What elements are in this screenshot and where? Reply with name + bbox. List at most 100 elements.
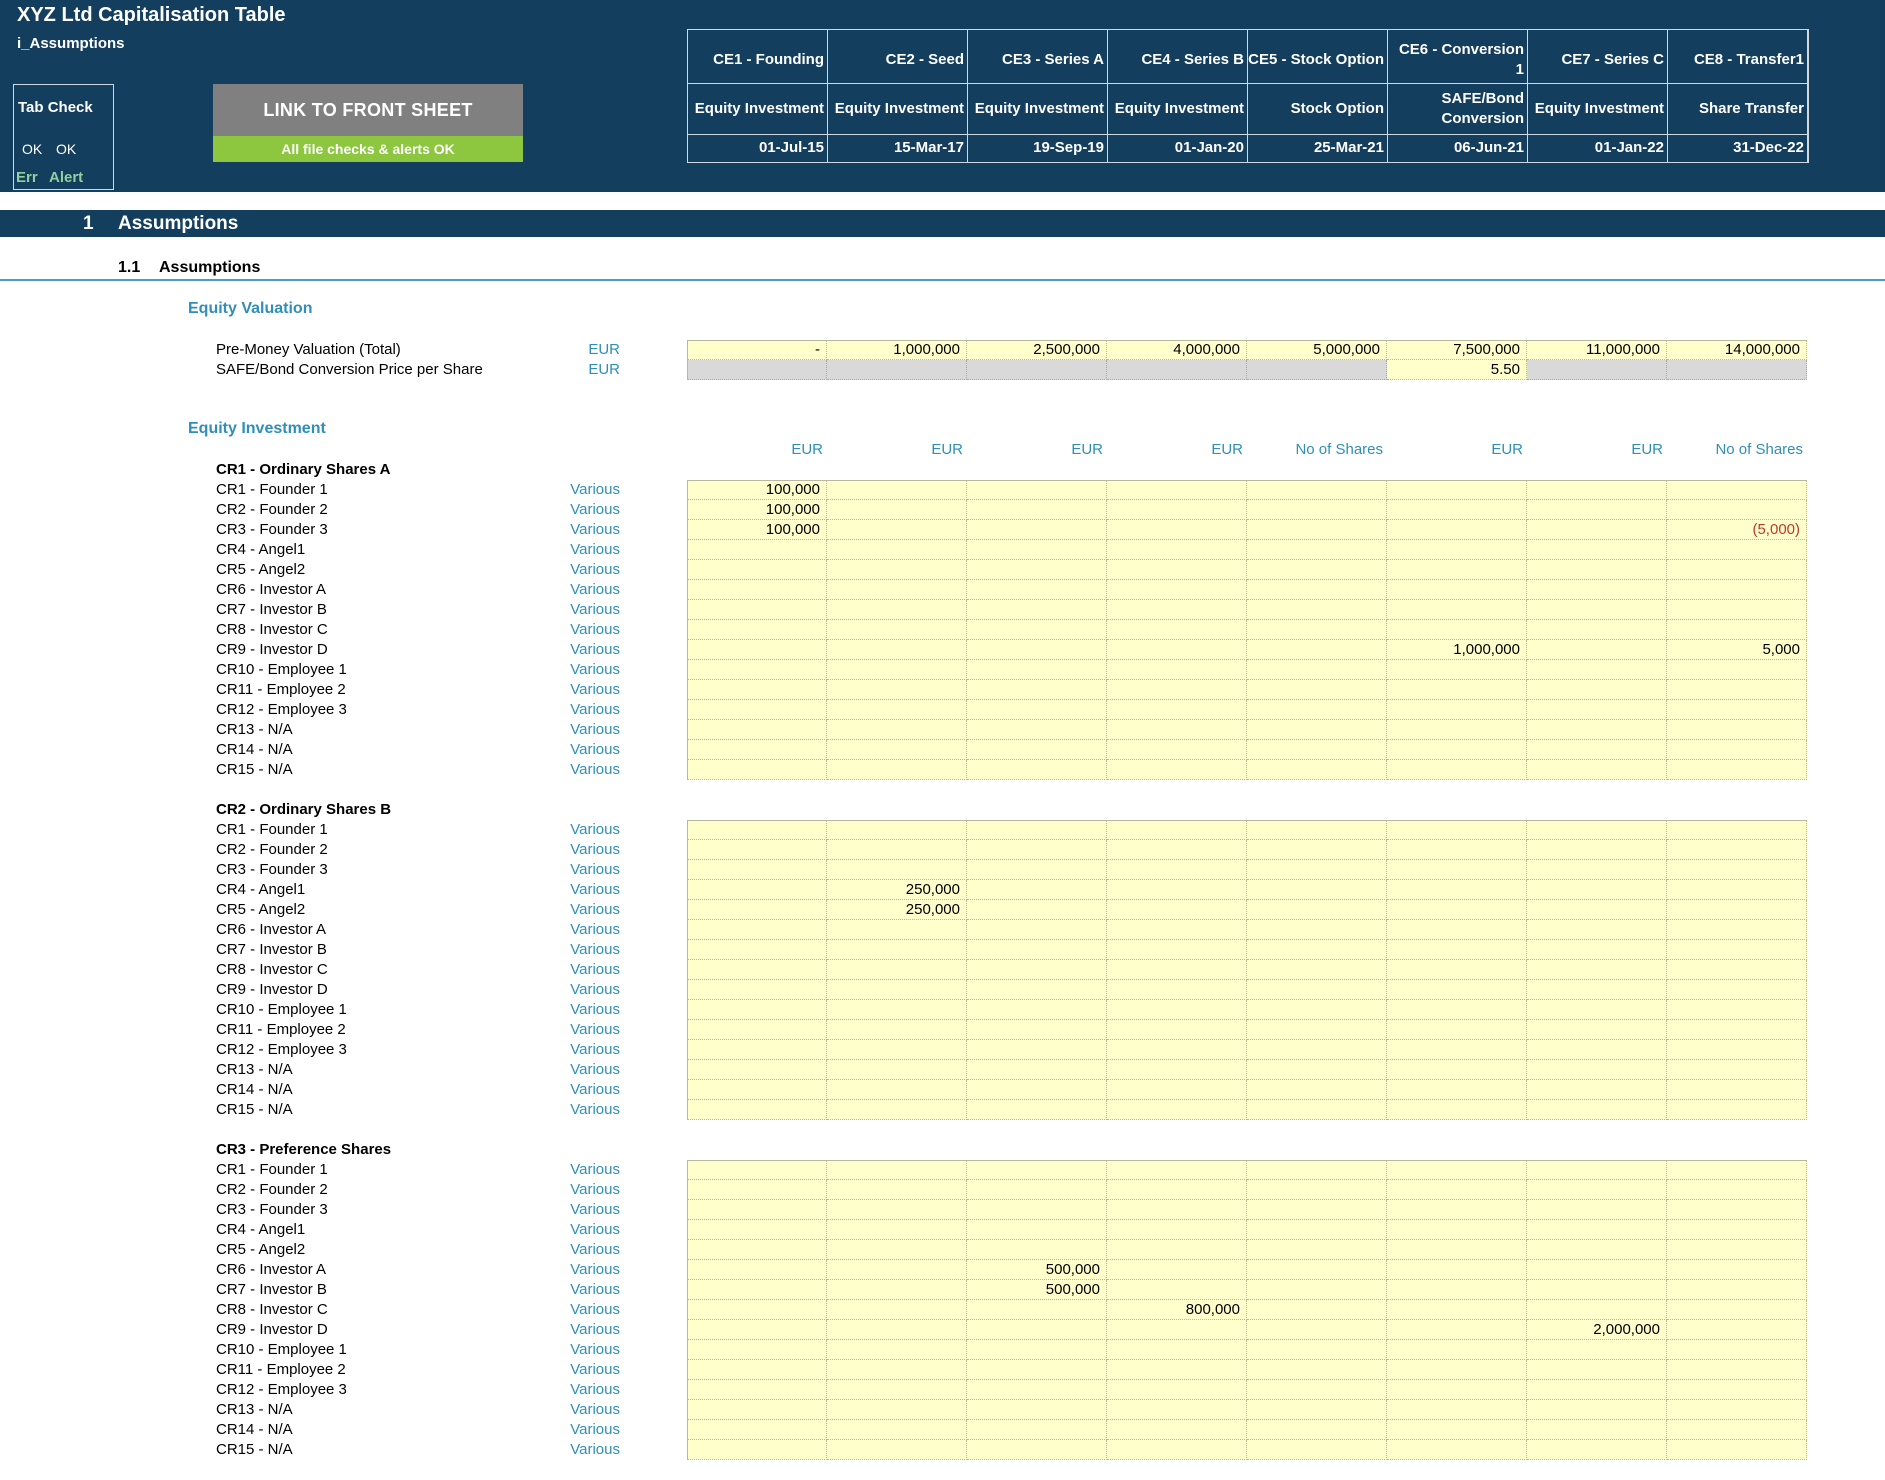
input-cell[interactable] xyxy=(1387,660,1527,680)
input-cell[interactable] xyxy=(967,1040,1107,1060)
input-cell[interactable] xyxy=(1527,900,1667,920)
input-cell[interactable] xyxy=(687,700,827,720)
input-cell[interactable] xyxy=(1247,1420,1387,1440)
input-cell[interactable] xyxy=(827,960,967,980)
input-cell[interactable] xyxy=(687,900,827,920)
input-cell[interactable] xyxy=(687,1240,827,1260)
input-cell[interactable] xyxy=(827,1180,967,1200)
input-cell[interactable] xyxy=(687,1000,827,1020)
input-cell[interactable]: - xyxy=(687,340,827,360)
input-cell[interactable] xyxy=(1387,1060,1527,1080)
input-cell[interactable] xyxy=(1387,1180,1527,1200)
input-cell[interactable] xyxy=(827,1440,967,1460)
input-cell[interactable] xyxy=(967,880,1107,900)
input-cell[interactable] xyxy=(1387,700,1527,720)
input-cell[interactable] xyxy=(967,560,1107,580)
input-cell[interactable] xyxy=(1247,1360,1387,1380)
input-cell[interactable] xyxy=(1247,760,1387,780)
input-cell[interactable] xyxy=(1527,540,1667,560)
input-cell[interactable]: 100,000 xyxy=(687,480,827,500)
input-cell[interactable] xyxy=(1387,1100,1527,1120)
input-cell[interactable] xyxy=(827,600,967,620)
input-cell[interactable] xyxy=(687,960,827,980)
input-cell[interactable] xyxy=(1667,500,1807,520)
input-cell[interactable] xyxy=(1387,1280,1527,1300)
input-cell[interactable] xyxy=(967,940,1107,960)
input-cell[interactable] xyxy=(1247,580,1387,600)
input-cell[interactable] xyxy=(1387,940,1527,960)
input-cell[interactable] xyxy=(827,520,967,540)
input-cell[interactable] xyxy=(827,1340,967,1360)
input-cell[interactable] xyxy=(967,1380,1107,1400)
link-to-front-sheet-button[interactable]: LINK TO FRONT SHEET xyxy=(213,84,523,136)
input-cell[interactable] xyxy=(687,1400,827,1420)
input-cell[interactable] xyxy=(1107,1380,1247,1400)
input-cell[interactable] xyxy=(1107,680,1247,700)
input-cell[interactable] xyxy=(1387,1040,1527,1060)
input-cell[interactable] xyxy=(1667,720,1807,740)
input-cell[interactable] xyxy=(967,1340,1107,1360)
input-cell[interactable] xyxy=(1247,1160,1387,1180)
input-cell[interactable] xyxy=(1527,860,1667,880)
input-cell[interactable] xyxy=(967,1320,1107,1340)
input-cell[interactable] xyxy=(687,1420,827,1440)
input-cell[interactable] xyxy=(1247,1180,1387,1200)
input-cell[interactable] xyxy=(1247,620,1387,640)
input-cell[interactable] xyxy=(1667,1340,1807,1360)
input-cell[interactable] xyxy=(1387,1220,1527,1240)
input-cell[interactable] xyxy=(1107,960,1247,980)
input-cell[interactable] xyxy=(1667,1440,1807,1460)
input-cell[interactable] xyxy=(1667,900,1807,920)
input-cell[interactable] xyxy=(1107,600,1247,620)
input-cell[interactable] xyxy=(827,1040,967,1060)
input-cell[interactable] xyxy=(1387,880,1527,900)
input-cell[interactable] xyxy=(687,1360,827,1380)
input-cell[interactable] xyxy=(1107,920,1247,940)
input-cell[interactable] xyxy=(1667,540,1807,560)
input-cell[interactable] xyxy=(687,660,827,680)
input-cell[interactable] xyxy=(1667,480,1807,500)
input-cell[interactable] xyxy=(1667,840,1807,860)
input-cell[interactable] xyxy=(967,1180,1107,1200)
input-cell[interactable] xyxy=(687,1040,827,1060)
input-cell[interactable] xyxy=(687,1200,827,1220)
input-cell[interactable] xyxy=(1667,1000,1807,1020)
input-cell[interactable] xyxy=(1387,1340,1527,1360)
input-cell[interactable] xyxy=(827,940,967,960)
input-cell[interactable] xyxy=(1107,840,1247,860)
input-cell[interactable] xyxy=(687,1320,827,1340)
input-cell[interactable] xyxy=(1247,740,1387,760)
input-cell[interactable] xyxy=(1387,1000,1527,1020)
input-cell[interactable] xyxy=(1107,560,1247,580)
input-cell[interactable] xyxy=(967,1020,1107,1040)
input-cell[interactable] xyxy=(1387,1320,1527,1340)
input-cell[interactable] xyxy=(1247,1300,1387,1320)
input-cell[interactable] xyxy=(1527,1000,1667,1020)
input-cell[interactable] xyxy=(827,980,967,1000)
input-cell[interactable] xyxy=(1107,820,1247,840)
input-cell[interactable] xyxy=(967,920,1107,940)
input-cell[interactable] xyxy=(967,1400,1107,1420)
input-cell[interactable] xyxy=(687,880,827,900)
input-cell[interactable] xyxy=(1107,1020,1247,1040)
input-cell[interactable] xyxy=(827,500,967,520)
input-cell[interactable] xyxy=(1527,1240,1667,1260)
input-cell[interactable] xyxy=(1667,760,1807,780)
input-cell[interactable] xyxy=(967,900,1107,920)
input-cell[interactable] xyxy=(827,660,967,680)
input-cell[interactable]: 2,500,000 xyxy=(967,340,1107,360)
input-cell[interactable] xyxy=(1247,920,1387,940)
input-cell[interactable] xyxy=(1667,1360,1807,1380)
input-cell[interactable] xyxy=(687,1260,827,1280)
input-cell[interactable] xyxy=(687,840,827,860)
input-cell[interactable] xyxy=(1387,720,1527,740)
input-cell[interactable] xyxy=(1667,980,1807,1000)
input-cell[interactable] xyxy=(827,480,967,500)
input-cell[interactable] xyxy=(1247,840,1387,860)
input-cell[interactable] xyxy=(1247,1020,1387,1040)
input-cell[interactable] xyxy=(967,680,1107,700)
input-cell[interactable] xyxy=(1667,1240,1807,1260)
input-cell[interactable] xyxy=(827,680,967,700)
input-cell[interactable] xyxy=(967,600,1107,620)
input-cell[interactable] xyxy=(687,820,827,840)
